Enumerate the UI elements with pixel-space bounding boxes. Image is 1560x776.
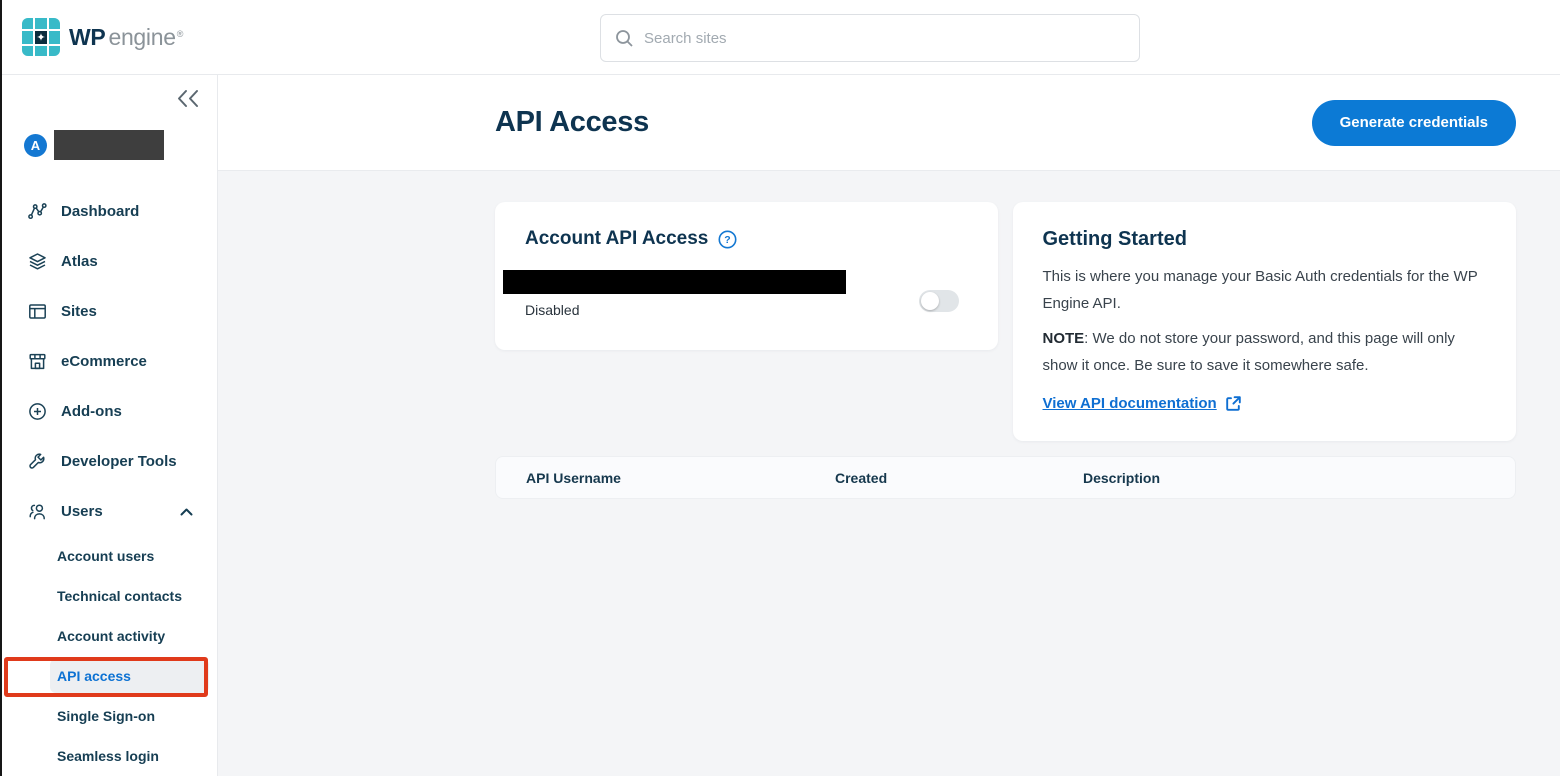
- subitem-label: Account activity: [57, 628, 165, 644]
- sidebar-item-single-sign-on[interactable]: Single Sign-on: [2, 696, 217, 736]
- sidebar-nav: Dashboard Atlas: [2, 186, 217, 776]
- users-icon: [28, 502, 47, 521]
- subitem-label: Seamless login: [57, 748, 159, 764]
- page-title: API Access: [495, 106, 649, 139]
- chevron-up-icon: [180, 503, 193, 520]
- sidebar-item-ecommerce[interactable]: eCommerce: [2, 336, 217, 386]
- sidebar-item-label: Users: [61, 503, 103, 520]
- api-access-toggle[interactable]: [919, 290, 959, 312]
- subitem-label: API access: [57, 668, 131, 684]
- getting-started-card: Getting Started This is where you manage…: [1013, 202, 1517, 441]
- card-title: Account API Access: [525, 228, 708, 250]
- note-label: NOTE: [1043, 330, 1085, 347]
- svg-text:?: ?: [725, 234, 731, 246]
- wrench-icon: [28, 452, 47, 471]
- card-title: Getting Started: [1043, 228, 1487, 251]
- wp-engine-logo-icon: ✦: [22, 18, 60, 56]
- top-bar: ✦ WP engine ®: [2, 0, 1560, 75]
- sidebar-collapse-button[interactable]: [2, 75, 217, 108]
- credentials-table-header: API Username Created Description: [495, 456, 1516, 499]
- layers-icon: [28, 252, 47, 271]
- account-avatar: A: [24, 134, 47, 157]
- redacted-api-account: [503, 270, 846, 294]
- main-content: API Access Generate credentials Account …: [218, 75, 1560, 776]
- view-api-documentation-link[interactable]: View API documentation: [1043, 395, 1242, 412]
- sidebar-item-seamless-login[interactable]: Seamless login: [2, 736, 217, 776]
- subitem-label: Technical contacts: [57, 588, 182, 604]
- column-created: Created: [835, 470, 1083, 486]
- plus-circle-icon: [28, 402, 47, 421]
- subitem-label: Account users: [57, 548, 154, 564]
- search-icon: [615, 29, 634, 48]
- sidebar-item-api-access[interactable]: API access: [50, 659, 209, 693]
- search-input[interactable]: [644, 30, 1139, 47]
- sidebar-item-addons[interactable]: Add-ons: [2, 386, 217, 436]
- sidebar-item-developer-tools[interactable]: Developer Tools: [2, 436, 217, 486]
- sidebar-item-sites[interactable]: Sites: [2, 286, 217, 336]
- getting-started-note: NOTE: We do not store your password, and…: [1043, 325, 1487, 379]
- note-text: : We do not store your password, and thi…: [1043, 330, 1455, 374]
- sidebar-item-label: Developer Tools: [61, 453, 177, 470]
- double-chevron-left-icon: [177, 89, 199, 108]
- sidebar-item-technical-contacts[interactable]: Technical contacts: [2, 576, 217, 616]
- getting-started-paragraph: This is where you manage your Basic Auth…: [1043, 263, 1487, 317]
- sidebar-item-account-users[interactable]: Account users: [2, 536, 217, 576]
- sidebar-item-label: Atlas: [61, 253, 98, 270]
- sidebar-item-atlas[interactable]: Atlas: [2, 236, 217, 286]
- external-link-icon: [1225, 395, 1242, 412]
- page-header: API Access Generate credentials: [218, 75, 1560, 171]
- content-area: Account API Access ? Disabled: [218, 171, 1560, 499]
- sidebar-item-label: Sites: [61, 303, 97, 320]
- wp-engine-logo: ✦ WP engine ®: [22, 18, 183, 56]
- sidebar-item-label: Add-ons: [61, 403, 122, 420]
- help-icon[interactable]: ?: [718, 230, 737, 249]
- link-label: View API documentation: [1043, 395, 1217, 412]
- storefront-icon: [28, 352, 47, 371]
- sidebar-item-account-activity[interactable]: Account activity: [2, 616, 217, 656]
- account-api-access-card: Account API Access ? Disabled: [495, 202, 998, 350]
- column-api-username: API Username: [526, 470, 835, 486]
- site-search[interactable]: [600, 14, 1140, 62]
- sidebar-item-users[interactable]: Users: [2, 486, 217, 536]
- dashboard-icon: [28, 202, 47, 221]
- wp-engine-wordmark: WP engine ®: [69, 24, 183, 51]
- users-subnav: Account users Technical contacts Account…: [2, 536, 217, 776]
- generate-credentials-button[interactable]: Generate credentials: [1312, 100, 1516, 146]
- sidebar-item-label: Dashboard: [61, 203, 139, 220]
- sidebar: A Dashboard: [2, 75, 218, 776]
- subitem-label: Single Sign-on: [57, 708, 155, 724]
- browser-layout-icon: [28, 302, 47, 321]
- sidebar-item-dashboard[interactable]: Dashboard: [2, 186, 217, 236]
- sidebar-item-label: eCommerce: [61, 353, 147, 370]
- toggle-knob: [921, 292, 939, 310]
- account-selector[interactable]: A: [24, 130, 217, 160]
- redacted-account-name: [54, 130, 164, 160]
- column-description: Description: [1083, 470, 1515, 486]
- api-access-status: Disabled: [525, 302, 968, 318]
- wp-engine-app: ✦ WP engine ® A: [0, 0, 1560, 776]
